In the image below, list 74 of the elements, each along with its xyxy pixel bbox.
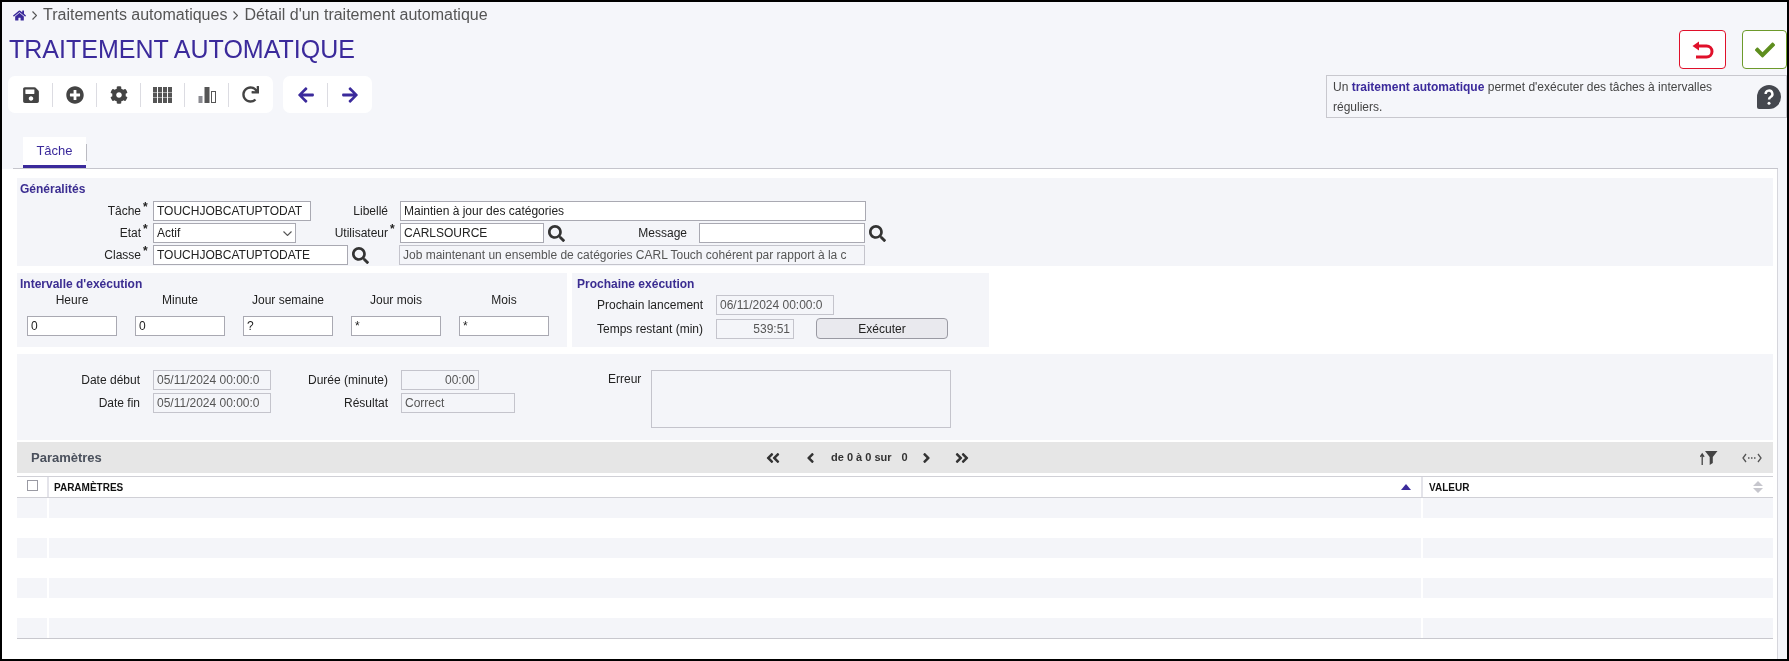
interval-field[interactable]: * [459, 316, 549, 336]
task-field[interactable]: TOUCHJOBCATUPTODAT [153, 201, 311, 221]
bar-chart-icon [197, 86, 216, 103]
undo-arrow-icon [1691, 40, 1714, 59]
field-label: Date début [81, 373, 140, 387]
user-field[interactable]: CARLSOURCE [400, 223, 544, 243]
gear-icon [109, 85, 128, 104]
next-launch-field[interactable]: 06/11/2024 00:00:0 [716, 295, 834, 315]
select-all-checkbox[interactable] [26, 480, 38, 491]
confirm-button[interactable] [1742, 30, 1787, 69]
tab[interactable]: Tâche [23, 137, 86, 168]
home-icon[interactable] [13, 8, 26, 22]
cancel-button[interactable] [1679, 30, 1726, 69]
end-date-field[interactable]: 05/11/2024 00:00:0 [153, 393, 271, 413]
description-field[interactable]: Maintien à jour des catégories [400, 201, 866, 221]
arrow-right-icon [340, 85, 359, 104]
section-title: Généralités [20, 181, 86, 197]
class-field[interactable]: TOUCHJOBCATUPTODATE [153, 245, 348, 265]
remaining-time-field[interactable]: 539:51 [716, 318, 794, 339]
interval-field[interactable]: * [351, 316, 441, 336]
circular-arrow-icon [242, 86, 259, 103]
interval-field[interactable]: 0 [135, 316, 225, 336]
filter-icon[interactable] [1700, 450, 1718, 465]
field-label: Erreur [608, 372, 642, 386]
interval-field[interactable]: ? [243, 316, 333, 336]
breadcrumb-current: Détail d'un traitement automatique [244, 5, 488, 25]
field-label: Message [638, 226, 687, 240]
run-button[interactable]: Exécuter [816, 318, 948, 339]
duration-field[interactable]: 00:00 [401, 370, 479, 390]
search-icon[interactable] [352, 246, 369, 264]
field-label: Jour mois [370, 292, 422, 308]
search-icon[interactable] [548, 224, 565, 242]
field-label: Résultat [343, 396, 388, 410]
required-asterisk: * [390, 223, 395, 235]
column-header[interactable]: VALEUR [1423, 477, 1773, 497]
field-label: Etat [119, 226, 141, 240]
chevron-right-icon [233, 10, 239, 20]
field-label: Mois [491, 292, 517, 308]
field-label: Heure [55, 292, 89, 308]
section-title: Paramètres [31, 448, 102, 467]
search-icon[interactable] [869, 224, 886, 242]
column-grid-icon [153, 86, 172, 103]
field-label: Prochain lancement [597, 297, 704, 314]
section-title: Intervalle d'exécution [20, 276, 143, 292]
message-field[interactable] [699, 223, 865, 243]
class-description-field[interactable]: Job maintenant un ensemble de catégories CARL Touch cohérent par rapport à la c [399, 245, 865, 265]
field-label: Classe [104, 248, 141, 262]
sort-ascending-icon[interactable] [1401, 484, 1411, 490]
breadcrumb-link[interactable]: Traitements automatiques [43, 5, 228, 25]
info-text: Un traitement automatique permet d'exécuter des tâches à intervalles réguliers. [1332, 79, 1714, 116]
start-date-field[interactable]: 05/11/2024 00:00:0 [153, 370, 271, 390]
arrow-left-icon [296, 85, 315, 104]
expand-horizontal-icon[interactable] [1742, 452, 1762, 463]
pager-total: 0 [901, 450, 908, 466]
pager-range: de 0 à 0 sur [831, 450, 892, 466]
field-label: Libellé [353, 204, 388, 218]
field-label: Temps restant (min) [597, 320, 704, 338]
state-select[interactable]: Actif [153, 223, 296, 243]
field-label: Tâche [107, 204, 141, 218]
field-label: Minute [162, 292, 198, 308]
field-label: Utilisateur [334, 226, 388, 240]
help-icon[interactable] [1756, 84, 1782, 110]
chevron-right-icon [32, 10, 37, 20]
chevron-down-icon [283, 230, 292, 236]
result-field[interactable]: Correct [401, 393, 515, 413]
interval-field[interactable]: 0 [27, 316, 117, 336]
required-asterisk: * [143, 201, 148, 213]
page-title: TRAITEMENT AUTOMATIQUE [9, 34, 355, 64]
field-label: Date fin [98, 396, 140, 410]
required-asterisk: * [143, 223, 148, 235]
field-label: Durée (minute) [307, 373, 388, 387]
section-title: Prochaine exécution [577, 276, 695, 292]
required-asterisk: * [143, 245, 148, 257]
field-label: Jour semaine [251, 292, 324, 308]
